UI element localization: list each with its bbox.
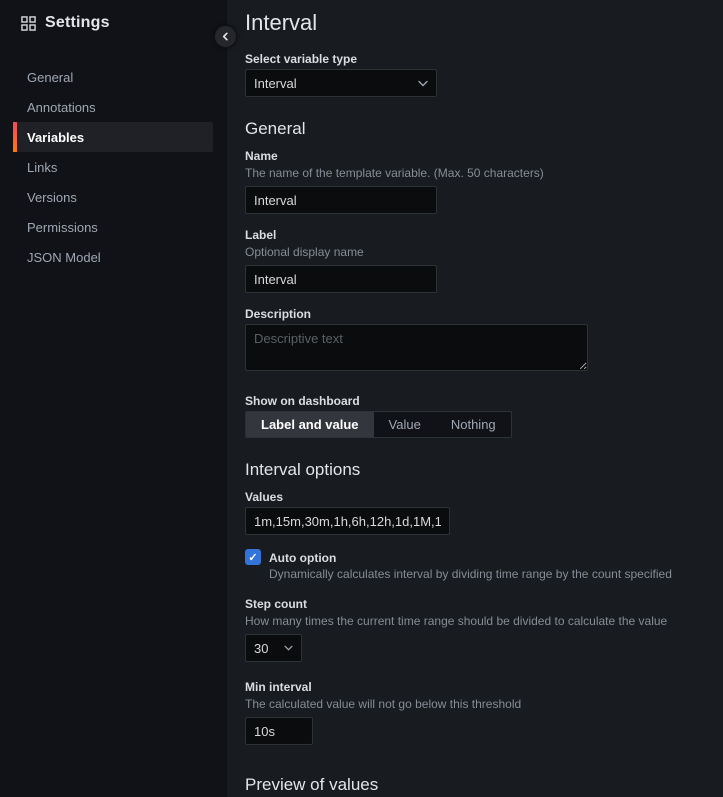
values-input[interactable] xyxy=(245,507,450,535)
variable-editor: Interval Select variable type Interval G… xyxy=(227,0,723,797)
preview-heading: Preview of values xyxy=(245,775,723,795)
min-interval-group: Min interval The calculated value will n… xyxy=(245,680,723,745)
min-interval-description: The calculated value will not go below t… xyxy=(245,697,723,711)
sidebar-item-versions[interactable]: Versions xyxy=(13,182,213,212)
step-count-select[interactable]: 30 xyxy=(245,634,302,662)
chevron-down-icon xyxy=(284,645,293,651)
description-textarea[interactable] xyxy=(245,324,588,371)
show-on-dashboard-group: Show on dashboard Label and value Value … xyxy=(245,394,723,438)
radio-label-and-value[interactable]: Label and value xyxy=(246,412,374,437)
auto-option-description: Dynamically calculates interval by divid… xyxy=(269,567,723,581)
radio-nothing[interactable]: Nothing xyxy=(436,412,511,437)
variable-type-label: Select variable type xyxy=(245,52,723,66)
label-label: Label xyxy=(245,228,723,242)
label-description: Optional display name xyxy=(245,245,723,259)
general-section-heading: General xyxy=(245,119,723,139)
step-count-description: How many times the current time range sh… xyxy=(245,614,723,628)
chevron-left-icon xyxy=(221,32,230,41)
variable-type-value: Interval xyxy=(254,75,297,91)
name-input[interactable] xyxy=(245,186,437,214)
settings-header: Settings xyxy=(0,14,227,32)
min-interval-label: Min interval xyxy=(245,680,723,694)
sidebar-item-permissions[interactable]: Permissions xyxy=(13,212,213,242)
name-label: Name xyxy=(245,149,723,163)
settings-sidebar: Settings General Annotations Variables L… xyxy=(0,0,227,797)
label-input[interactable] xyxy=(245,265,437,293)
settings-title: Settings xyxy=(45,14,110,32)
chevron-down-icon xyxy=(418,80,428,87)
step-count-group: Step count How many times the current ti… xyxy=(245,597,723,662)
min-interval-input[interactable] xyxy=(245,717,313,745)
variable-type-field: Select variable type Interval xyxy=(245,52,723,97)
auto-option-label: Auto option xyxy=(269,549,336,565)
sidebar-item-links[interactable]: Links xyxy=(13,152,213,182)
page-title: Interval xyxy=(245,10,723,36)
name-description: The name of the template variable. (Max.… xyxy=(245,166,723,180)
name-field-group: Name The name of the template variable. … xyxy=(245,149,723,214)
label-field-group: Label Optional display name xyxy=(245,228,723,293)
auto-option-checkbox[interactable] xyxy=(245,549,261,565)
step-count-label: Step count xyxy=(245,597,723,611)
values-label: Values xyxy=(245,490,723,504)
step-count-value: 30 xyxy=(254,640,268,656)
description-field-group: Description xyxy=(245,307,723,376)
sidebar-item-general[interactable]: General xyxy=(13,62,213,92)
radio-value[interactable]: Value xyxy=(374,412,436,437)
apps-grid-icon xyxy=(21,16,36,31)
collapse-sidebar-button[interactable] xyxy=(214,25,237,48)
settings-nav: General Annotations Variables Links Vers… xyxy=(0,62,227,272)
interval-options-heading: Interval options xyxy=(245,460,723,480)
sidebar-item-variables[interactable]: Variables xyxy=(13,122,213,152)
auto-option-row: Auto option xyxy=(245,549,723,565)
variable-type-select[interactable]: Interval xyxy=(245,69,437,97)
description-label: Description xyxy=(245,307,723,321)
sidebar-item-annotations[interactable]: Annotations xyxy=(13,92,213,122)
values-field-group: Values xyxy=(245,490,723,535)
show-on-dashboard-label: Show on dashboard xyxy=(245,394,723,408)
show-on-dashboard-radio-group: Label and value Value Nothing xyxy=(245,411,512,438)
sidebar-item-json-model[interactable]: JSON Model xyxy=(13,242,213,272)
